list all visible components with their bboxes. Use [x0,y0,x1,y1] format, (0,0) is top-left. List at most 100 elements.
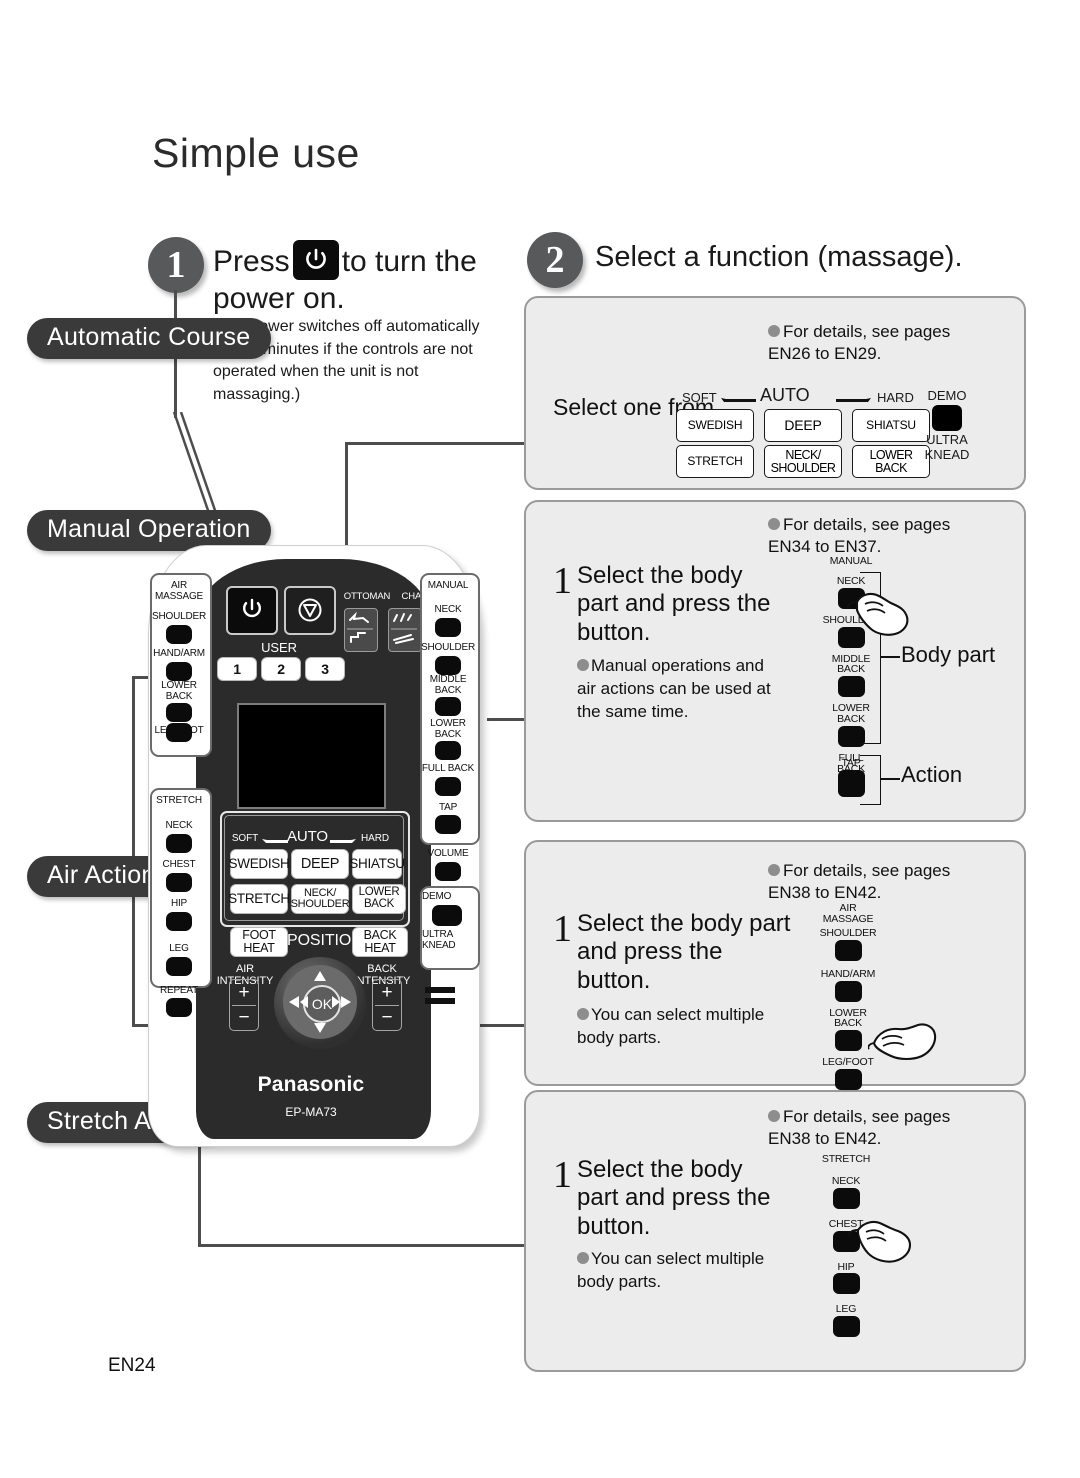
auto-btn-swedish[interactable]: SWEDISH [676,409,754,442]
air-diagram-key-shoulder[interactable] [834,939,862,961]
remote-stop-button[interactable] [284,586,336,635]
remote-manual-lower-back-label: LOWER BACK [430,718,466,740]
remote-auto-btn-deep[interactable]: DEEP [291,849,349,879]
remote-air-shoulder-key[interactable] [166,625,192,644]
automatic-course-row-1: SWEDISH DEEP SHIATSU [676,409,938,442]
arrow-left-icon [262,839,288,843]
remote-air-shoulder-label: SHOULDER [152,611,206,622]
remote-demo-label: DEMO [422,891,452,902]
auto-btn-neck-shoulder[interactable]: NECK/ SHOULDER [764,445,842,478]
remote-demo-key[interactable] [432,905,462,926]
remote-auto-btn-stretch[interactable]: STRETCH [228,884,290,914]
demo-label-bottom: ULTRA KNEAD [924,432,970,462]
remote-volume-key[interactable] [435,862,461,881]
remote-manual-full-back-label: FULL BACK [421,763,475,774]
remote-volume-label: VOLUME [427,848,469,859]
power-icon [243,598,261,618]
manual-step-number: 1 [553,560,572,602]
manual-note: Manual operations and air actions can be… [577,655,777,723]
remote-stretch-chest-key[interactable] [166,873,192,892]
auto-btn-deep[interactable]: DEEP [764,409,842,442]
remote-air-hand-arm-label: HAND/ARM [153,648,205,659]
remote-manual-shoulder-key[interactable] [435,656,461,675]
remote-air-hand-arm-key[interactable] [166,662,192,681]
stretch-diagram-key-neck[interactable] [832,1187,860,1209]
manual-bracket-tick-body [880,656,900,658]
connector-line-stretch-horizontal [198,1244,527,1247]
ottoman-arrow-icons [347,611,373,643]
remote-air-intensity-rocker[interactable]: + − [229,979,259,1031]
manual-step-text: Select the body part and press the butto… [577,562,771,646]
remote-manual-full-back-key[interactable] [435,777,461,796]
remote-stretch-leg-key[interactable] [166,957,192,976]
remote-user-button-3[interactable]: 3 [305,657,345,681]
manual-page: Simple use 1 Press to turn the power on. … [0,0,1080,1478]
remote-auto-btn-swedish[interactable]: SWEDISH [229,849,290,879]
remote-manual-label: MANUAL [427,580,469,591]
bullet-icon [768,518,780,530]
page-title: Simple use [152,130,360,176]
air-action-reference-text: For details, see pages EN38 to EN42. [768,861,951,903]
remote-repeat-label: REPEAT [159,985,199,996]
step-1-badge: 1 [148,237,204,293]
automatic-course-title: Automatic Course [27,318,271,359]
remote-air-intensity-plus[interactable]: + [230,980,258,1005]
remote-auto-btn-lower-back[interactable]: LOWER BACK [352,884,406,914]
air-diagram-key-hand-arm[interactable] [834,980,862,1002]
remote-dpad-arrow-icons [289,971,351,1033]
manual-diagram-label-tap: TAP [841,757,861,769]
remote-user-button-1[interactable]: 1 [217,657,257,681]
stretch-step-number: 1 [553,1154,572,1196]
remote-back-intensity-rocker[interactable]: + − [372,979,402,1031]
scale-soft-label: SOFT [682,390,717,405]
auto-btn-stretch[interactable]: STRETCH [676,445,754,478]
demo-button[interactable] [932,405,962,431]
stretch-diagram-group-label: STRETCH [821,1153,871,1165]
manual-operation-reference: For details, see pages EN34 to EN37. [768,514,983,558]
remote-power-button[interactable] [226,586,278,635]
remote-auto-btn-shiatsu[interactable]: SHIATSU [349,849,405,879]
remote-air-leg-foot-key[interactable] [166,723,192,742]
remote-chair-buttons[interactable] [388,608,422,652]
remote-manual-neck-label: NECK [434,604,462,615]
remote-back-intensity-minus[interactable]: − [373,1005,401,1030]
remote-stretch-neck-key[interactable] [166,834,192,853]
remote-user-button-2[interactable]: 2 [261,657,301,681]
remote-manual-middle-back-key[interactable] [435,697,461,716]
remote-back-intensity-plus[interactable]: + [373,980,401,1005]
remote-back-heat-button[interactable]: BACK HEAT [352,927,408,957]
connector-line-air-vertical [132,676,135,1026]
power-icon [292,240,339,280]
remote-air-intensity-minus[interactable]: − [230,1005,258,1030]
page-number: EN24 [108,1355,156,1376]
remote-manual-tap-key[interactable] [435,815,461,834]
remote-auto-hard-label: HARD [361,833,389,844]
bullet-icon [577,659,589,671]
step-2-heading: Select a function (massage). [595,241,963,273]
bullet-icon [768,325,780,337]
remote-ottoman-buttons[interactable] [344,608,378,652]
manual-diagram-group-label: MANUAL [829,555,873,567]
remote-repeat-key[interactable] [166,998,192,1017]
remote-manual-shoulder-label: SHOULDER [421,642,475,653]
bullet-icon [768,1110,780,1122]
remote-stretch-chest-label: CHEST [162,859,196,870]
air-diagram-key-leg-foot[interactable] [834,1069,862,1091]
stretch-note: You can select multiple body parts. [577,1248,777,1294]
remote-stretch-hip-key[interactable] [166,912,192,931]
remote-manual-lower-back-key[interactable] [435,741,461,760]
stretch-note-text: You can select multiple body parts. [577,1249,765,1291]
remote-stretch-leg-label: LEG [169,943,189,954]
remote-manual-neck-key[interactable] [435,618,461,637]
stretch-action-reference: For details, see pages EN38 to EN42. [768,1106,983,1150]
remote-stretch-hip-label: HIP [170,898,188,909]
remote-air-lower-back-key[interactable] [166,703,192,722]
remote-model-number: EP-MA73 [285,1105,337,1119]
automatic-course-reference: For details, see pages EN26 to EN29. [768,321,983,365]
remote-auto-btn-neck-shoulder[interactable]: NECK/ SHOULDER [291,884,350,914]
remote-foot-heat-button[interactable]: FOOT HEAT [230,927,288,957]
bullet-icon [577,1252,589,1264]
stretch-diagram-key-leg[interactable] [832,1316,860,1338]
air-diagram-key-lower-back[interactable] [834,1030,862,1052]
automatic-course-row-2: STRETCH NECK/ SHOULDER LOWER BACK [676,445,938,478]
